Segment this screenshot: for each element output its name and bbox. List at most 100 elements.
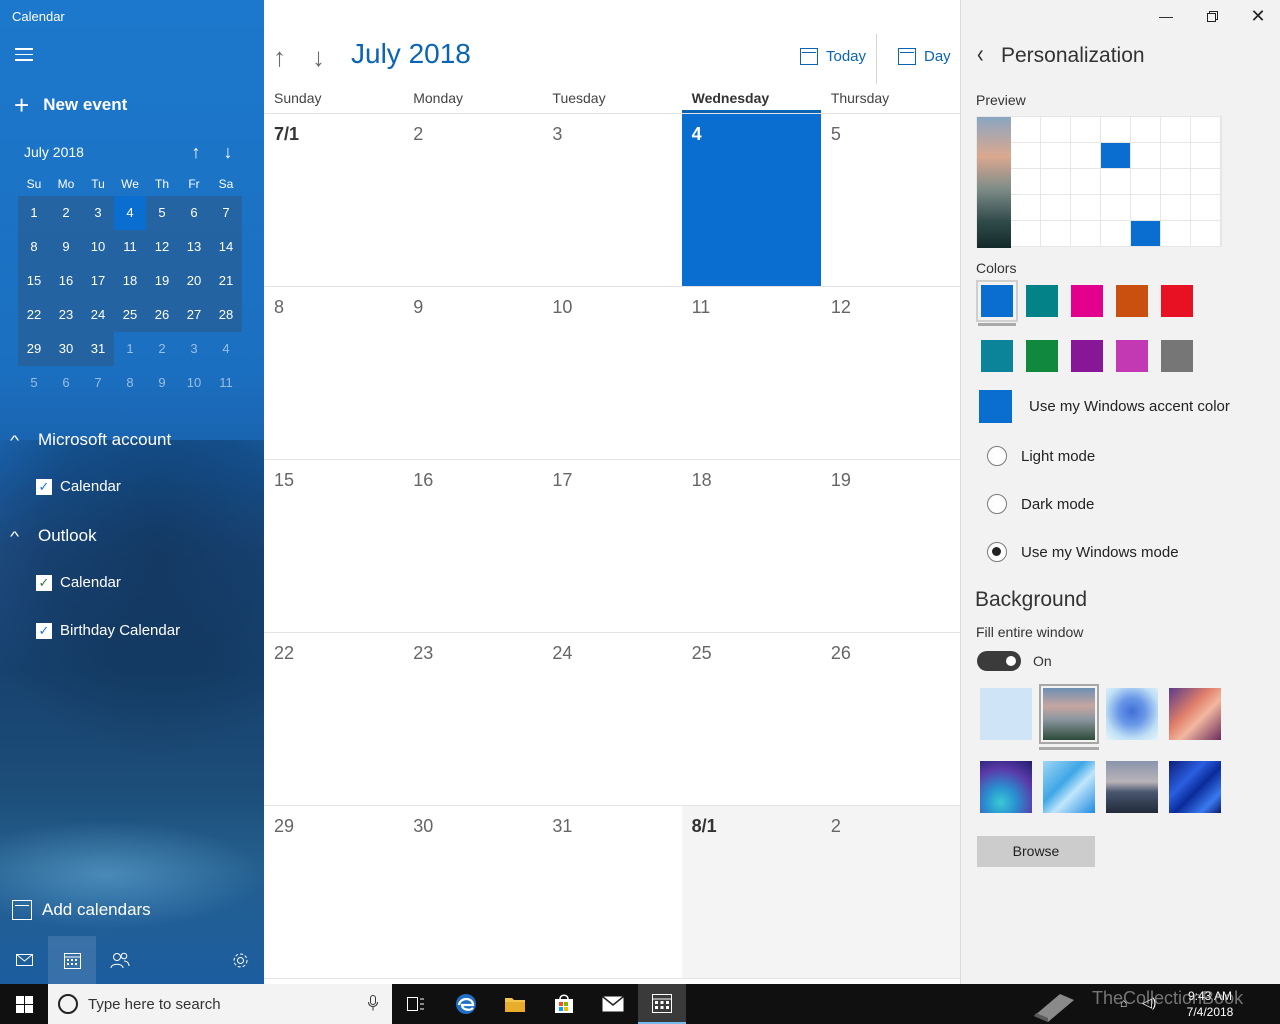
mini-calendar-day[interactable]: 11 bbox=[210, 366, 242, 400]
background-thumbnail-geometric-blue[interactable] bbox=[1043, 761, 1095, 813]
day-cell[interactable]: 15 bbox=[264, 460, 403, 632]
background-thumbnail-mountain[interactable] bbox=[1039, 684, 1099, 750]
mini-calendar-day[interactable]: 10 bbox=[82, 230, 114, 264]
mini-calendar-day[interactable]: 13 bbox=[178, 230, 210, 264]
mini-calendar-day[interactable]: 7 bbox=[210, 196, 242, 230]
color-swatch[interactable] bbox=[1026, 285, 1058, 317]
day-cell[interactable]: 2 bbox=[820, 806, 961, 978]
mini-calendar-day[interactable]: 11 bbox=[114, 230, 146, 264]
mini-calendar-prev-icon[interactable]: ↑ bbox=[180, 142, 212, 163]
mini-calendar-day[interactable]: 31 bbox=[82, 332, 114, 366]
day-cell[interactable]: 11 bbox=[682, 287, 821, 459]
day-cell[interactable]: 16 bbox=[403, 460, 542, 632]
mini-calendar-next-icon[interactable]: ↓ bbox=[212, 142, 244, 163]
mini-calendar-day[interactable]: 14 bbox=[210, 230, 242, 264]
day-cell[interactable]: 26 bbox=[821, 633, 960, 805]
mini-calendar-day[interactable]: 5 bbox=[146, 196, 178, 230]
mini-calendar-day[interactable]: 16 bbox=[50, 264, 82, 298]
mini-calendar-day[interactable]: 6 bbox=[178, 196, 210, 230]
background-thumbnail-lake[interactable] bbox=[1106, 761, 1158, 813]
mini-calendar-day[interactable]: 6 bbox=[50, 366, 82, 400]
day-cell[interactable]: 23 bbox=[403, 633, 542, 805]
mini-calendar-day[interactable]: 29 bbox=[18, 332, 50, 366]
mini-calendar-day[interactable]: 26 bbox=[146, 298, 178, 332]
color-swatch[interactable] bbox=[981, 340, 1013, 372]
day-cell[interactable]: 29 bbox=[264, 806, 403, 978]
mini-calendar-day[interactable]: 12 bbox=[146, 230, 178, 264]
account-header[interactable]: ^ Microsoft account bbox=[10, 430, 171, 450]
taskbar-search-box[interactable]: Type here to search bbox=[48, 984, 392, 1024]
background-thumbnail-blue-lines[interactable] bbox=[1169, 761, 1221, 813]
color-swatch[interactable] bbox=[1161, 340, 1193, 372]
back-arrow-icon[interactable]: ‹ bbox=[977, 41, 984, 71]
mini-calendar-day[interactable]: 20 bbox=[178, 264, 210, 298]
new-event-button[interactable]: + New event bbox=[14, 92, 127, 118]
background-thumbnail-canyon[interactable] bbox=[1169, 688, 1221, 740]
mini-calendar-day[interactable]: 24 bbox=[82, 298, 114, 332]
settings-icon[interactable] bbox=[216, 936, 264, 984]
day-cell[interactable]: 17 bbox=[542, 460, 681, 632]
restore-icon[interactable] bbox=[1189, 0, 1235, 32]
mini-calendar-day[interactable]: 5 bbox=[18, 366, 50, 400]
mini-calendar-day[interactable]: 18 bbox=[114, 264, 146, 298]
checkbox-checked-icon[interactable]: ✓ bbox=[36, 622, 52, 639]
color-swatch[interactable] bbox=[1116, 340, 1148, 372]
color-swatch[interactable] bbox=[1071, 285, 1103, 317]
mini-calendar-day[interactable]: 8 bbox=[114, 366, 146, 400]
checkbox-checked-icon[interactable]: ✓ bbox=[36, 478, 52, 495]
radio-button-icon[interactable] bbox=[987, 542, 1007, 562]
mini-calendar-day[interactable]: 10 bbox=[178, 366, 210, 400]
calendar-item[interactable]: ✓ Calendar bbox=[36, 478, 121, 495]
day-cell[interactable]: 31 bbox=[542, 806, 681, 978]
mini-calendar-day[interactable]: 27 bbox=[178, 298, 210, 332]
mini-calendar-day[interactable]: 17 bbox=[82, 264, 114, 298]
mini-calendar-day[interactable]: 22 bbox=[18, 298, 50, 332]
mini-calendar-day[interactable]: 2 bbox=[50, 196, 82, 230]
mode-option[interactable]: Light mode bbox=[987, 446, 1095, 466]
mini-calendar-day[interactable]: 28 bbox=[210, 298, 242, 332]
mini-calendar-day[interactable]: 4 bbox=[210, 332, 242, 366]
background-thumbnail-light-blue[interactable] bbox=[980, 688, 1032, 740]
mini-calendar-day[interactable]: 9 bbox=[146, 366, 178, 400]
day-cell[interactable]: 4 bbox=[681, 114, 821, 286]
background-thumbnail-teal-waves[interactable] bbox=[980, 761, 1032, 813]
mini-calendar-day[interactable]: 30 bbox=[50, 332, 82, 366]
mail-icon[interactable] bbox=[0, 936, 48, 984]
mini-calendar-day[interactable]: 9 bbox=[50, 230, 82, 264]
color-swatch[interactable] bbox=[976, 280, 1018, 326]
calendar-item[interactable]: ✓ Birthday Calendar bbox=[36, 622, 180, 639]
color-swatch[interactable] bbox=[1071, 340, 1103, 372]
day-cell[interactable]: 5 bbox=[821, 114, 960, 286]
day-cell[interactable]: 10 bbox=[542, 287, 681, 459]
store-icon[interactable] bbox=[540, 984, 588, 1024]
calendar-icon[interactable] bbox=[48, 936, 96, 984]
mini-calendar-day[interactable]: 8 bbox=[18, 230, 50, 264]
calendar-app-icon[interactable] bbox=[638, 984, 686, 1024]
previous-month-arrow-icon[interactable]: ↑ bbox=[273, 42, 286, 73]
mini-calendar-day[interactable]: 2 bbox=[146, 332, 178, 366]
people-icon[interactable] bbox=[96, 936, 144, 984]
mini-calendar-day[interactable]: 1 bbox=[18, 196, 50, 230]
day-view-button[interactable]: Day bbox=[898, 48, 951, 65]
mini-calendar-day[interactable]: 15 bbox=[18, 264, 50, 298]
mode-option[interactable]: Use my Windows mode bbox=[987, 542, 1179, 562]
mini-calendar-day[interactable]: 19 bbox=[146, 264, 178, 298]
minimize-icon[interactable]: — bbox=[1143, 0, 1189, 32]
account-header[interactable]: ^ Outlook bbox=[10, 526, 97, 546]
mini-calendar-title[interactable]: July 2018 bbox=[24, 144, 180, 160]
day-cell[interactable]: 19 bbox=[821, 460, 960, 632]
mini-calendar-day[interactable]: 7 bbox=[82, 366, 114, 400]
mini-calendar-day[interactable]: 3 bbox=[178, 332, 210, 366]
radio-button-icon[interactable] bbox=[987, 494, 1007, 514]
mini-calendar-day[interactable]: 3 bbox=[82, 196, 114, 230]
mail-app-icon[interactable] bbox=[589, 984, 637, 1024]
background-thumbnail-tree[interactable] bbox=[1106, 688, 1158, 740]
day-cell[interactable]: 9 bbox=[403, 287, 542, 459]
mini-calendar-day[interactable]: 4 bbox=[114, 196, 146, 230]
today-button[interactable]: Today bbox=[800, 48, 866, 65]
color-swatch[interactable] bbox=[1161, 285, 1193, 317]
day-cell[interactable]: 30 bbox=[403, 806, 542, 978]
browse-button[interactable]: Browse bbox=[977, 836, 1095, 867]
day-cell[interactable]: 3 bbox=[542, 114, 681, 286]
hamburger-menu-icon[interactable] bbox=[15, 48, 33, 62]
